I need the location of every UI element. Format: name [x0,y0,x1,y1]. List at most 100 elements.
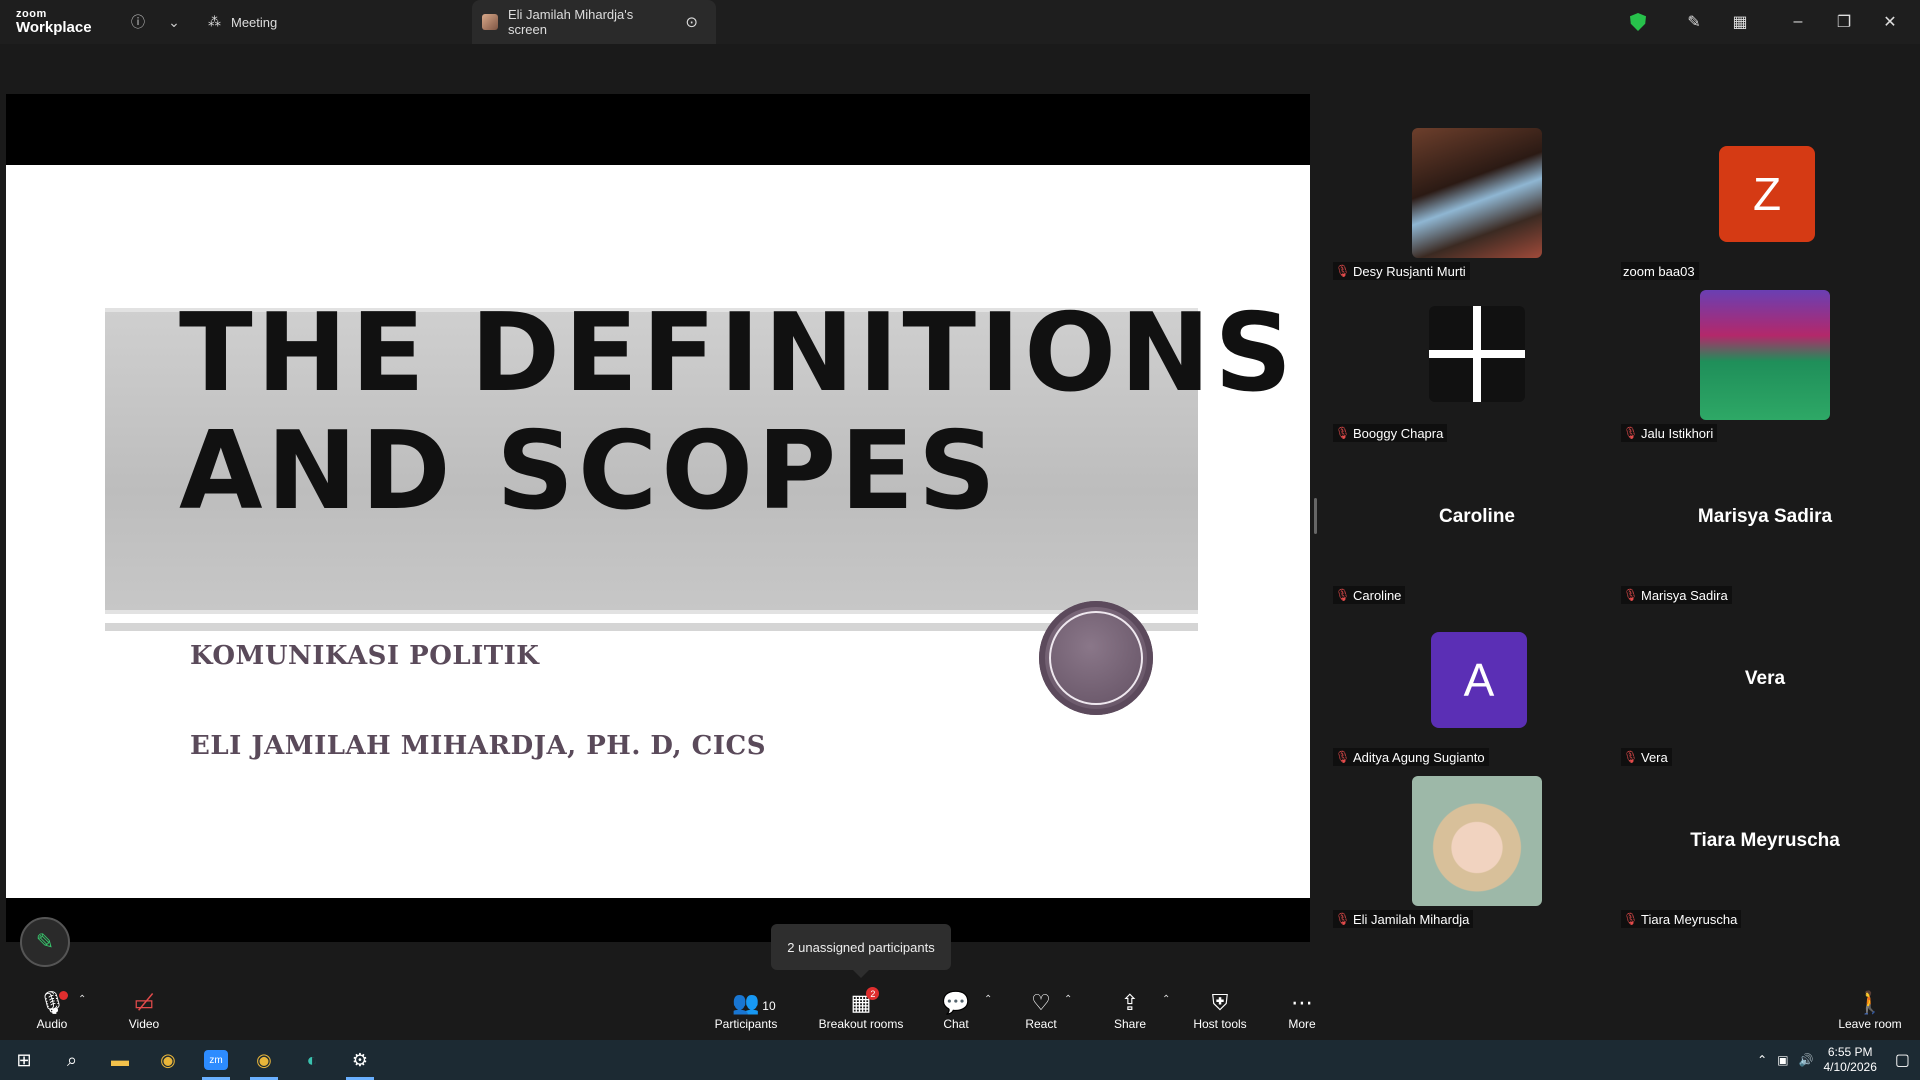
info-icon[interactable]: ⓘ [124,8,152,36]
participant-display-name: Vera [1744,668,1786,689]
chat-label: Chat [943,1017,969,1031]
share-label: Share [1113,1017,1147,1031]
breakout-rooms-icon: ▦ 2 [851,987,880,1017]
share-screen-icon: ⇪ [1120,990,1140,1015]
participant-name: Desy Rusjanti Murti [1353,263,1466,279]
avatar-letter: A [1463,654,1495,706]
participant-tile[interactable]: 🎙 Desy Rusjanti Murti [1333,122,1621,284]
chrome-icon[interactable]: ◉ [144,1040,192,1080]
mic-muted-icon: 🎙 [1335,750,1351,764]
slide-title-line1: THE DEFINITIONS [179,291,1297,416]
participant-avatar: A [1431,632,1527,728]
leave-room-icon: 🚶 [1856,990,1884,1015]
volume-icon[interactable]: 🔊 [1799,1053,1814,1067]
participant-video [1412,776,1542,906]
unassigned-tooltip: 2 unassigned participants [771,924,951,978]
chevron-down-icon[interactable]: ⌄ [160,8,188,36]
leave-room-label: Leave room [1838,1017,1902,1031]
mic-muted-icon: 🎙 [1623,588,1639,602]
mic-muted-icon: 🎙 [1623,750,1639,764]
more-dots-icon: ⋯ [1291,990,1313,1015]
participant-display-name: Caroline [1438,506,1516,527]
title-bar: zoom Workplace ⓘ ⌄ ⁂ Meeting Eli Jamilah… [0,0,1920,44]
restore-icon[interactable]: ❐ [1828,12,1860,32]
slide-circle-logo [1039,601,1153,715]
more-options-icon[interactable]: ⊙ [685,13,698,31]
breakout-label: Breakout rooms [818,1017,904,1031]
participant-name: Vera [1641,749,1668,765]
participants-label: Participants [714,1017,778,1031]
host-shield-icon: ⛨ [1211,990,1229,1015]
banner-divider [105,623,1198,631]
chat-button[interactable]: 💬 Chat [938,982,974,1040]
sharer-avatar [482,14,498,30]
settings-gear-icon[interactable]: ⚙ [336,1040,384,1080]
participant-label: 🎙 Aditya Agung Sugianto [1333,748,1489,766]
breakout-rooms-button[interactable]: ▦ 2 Breakout rooms [814,982,908,1040]
audio-caret-icon[interactable]: ⌃ [78,994,86,1005]
leave-room-button[interactable]: 🚶 Leave room [1836,982,1904,1040]
participant-tile[interactable]: Marisya Sadira 🎙 Marisya Sadira [1621,446,1909,608]
network-icon[interactable]: ▣ [1777,1053,1788,1067]
participant-tile[interactable]: A 🎙 Aditya Agung Sugianto [1333,608,1621,770]
tab-meeting[interactable]: ⁂ Meeting [208,0,295,44]
participant-display-name: Tiara Meyruscha [1690,830,1840,851]
participant-avatar: Z [1719,146,1815,242]
audio-button[interactable]: 🎙 Audio [30,982,74,1040]
tray-chevron-icon[interactable]: ⌃ [1757,1053,1767,1067]
react-button[interactable]: ♡ React [1022,982,1060,1040]
participant-tile[interactable]: Caroline 🎙 Caroline [1333,446,1621,608]
host-tools-button[interactable]: ⛨ Host tools [1190,982,1250,1040]
participant-tile[interactable]: Tiara Meyruscha 🎙 Tiara Meyruscha [1621,770,1909,932]
chat-caret-icon[interactable]: ⌃ [984,994,992,1005]
annotate-button[interactable]: ✎ [20,917,70,967]
avatar-letter: Z [1752,168,1782,220]
participant-label: zoom baa03 [1621,262,1699,280]
more-button[interactable]: ⋯ More [1284,982,1320,1040]
zoom-taskbar-icon[interactable]: zm [192,1040,240,1080]
slide-subtitle-course: KOMUNIKASI POLITIK [190,641,540,671]
windows-taskbar: ⊞ ⌕ ▬ ◉ zm ◉ ◐ ⚙ ⌃ ▣ 🔊 6:55 PM 4/10/2026… [0,1040,1920,1080]
participant-label: 🎙 Desy Rusjanti Murti [1333,262,1470,280]
panel-resize-handle[interactable] [1314,498,1317,534]
participants-button[interactable]: 👥 10 Participants [712,982,780,1040]
layout-icon[interactable]: ▦ [1724,12,1756,32]
participant-tile[interactable]: 🎙 Eli Jamilah Mihardja [1333,770,1621,932]
minimize-icon[interactable]: – [1782,13,1814,31]
react-caret-icon[interactable]: ⌃ [1064,994,1072,1005]
heart-icon: ♡ [1031,990,1051,1015]
participant-tile[interactable]: Vera 🎙 Vera [1621,608,1909,770]
participant-tile[interactable]: 🎙 Booggy Chapra [1333,284,1621,446]
participants-icon: 👥 10 [732,991,775,1017]
windows-start-icon[interactable]: ⊞ [0,1040,48,1080]
titlebar-controls: ✎ ▦ – ❐ ✕ [1630,12,1920,32]
participant-display-name: Marisya Sadira [1697,506,1833,527]
participant-name: Eli Jamilah Mihardja [1353,911,1470,927]
tab-meeting-label: Meeting [231,14,278,30]
participant-label: 🎙 Booggy Chapra [1333,424,1448,442]
participant-name: zoom baa03 [1623,263,1695,279]
clock[interactable]: 6:55 PM 4/10/2026 [1823,1045,1876,1075]
notifications-icon[interactable]: ▢ [1895,1050,1910,1070]
close-icon[interactable]: ✕ [1874,12,1906,32]
participant-label: 🎙 Caroline [1333,586,1406,604]
share-button[interactable]: ⇪ Share [1110,982,1150,1040]
video-button[interactable]: ▭̸ Video [122,982,166,1040]
participant-label: 🎙 Tiara Meyruscha [1621,910,1742,928]
share-caret-icon[interactable]: ⌃ [1162,994,1170,1005]
participant-tile[interactable]: 🎙 Jalu Istikhori [1621,284,1909,446]
participant-label: 🎙 Eli Jamilah Mihardja [1333,910,1474,928]
meeting-toolbar: 🎙 Audio ⌃ ▭̸ Video 👥 10 Participants ▦ 2 B… [0,982,1920,1040]
mic-muted-icon: 🎙 [1623,912,1639,926]
slide-title-line2: AND SCOPES [179,409,1000,534]
file-explorer-icon[interactable]: ▬ [96,1040,144,1080]
participant-video [1412,128,1542,258]
tab-shared-screen[interactable]: Eli Jamilah Mihardja's screen ⊙ [472,0,716,44]
annotate-pencil-icon[interactable]: ✎ [1678,12,1710,32]
participant-tile[interactable]: Z zoom baa03 [1621,122,1909,284]
edge-icon[interactable]: ◐ [288,1040,336,1080]
tab-shared-screen-label: Eli Jamilah Mihardja's screen [507,7,634,37]
search-icon[interactable]: ⌕ [48,1040,96,1080]
security-shield-icon[interactable] [1630,13,1646,31]
chrome-profile-icon[interactable]: ◉ [240,1040,288,1080]
